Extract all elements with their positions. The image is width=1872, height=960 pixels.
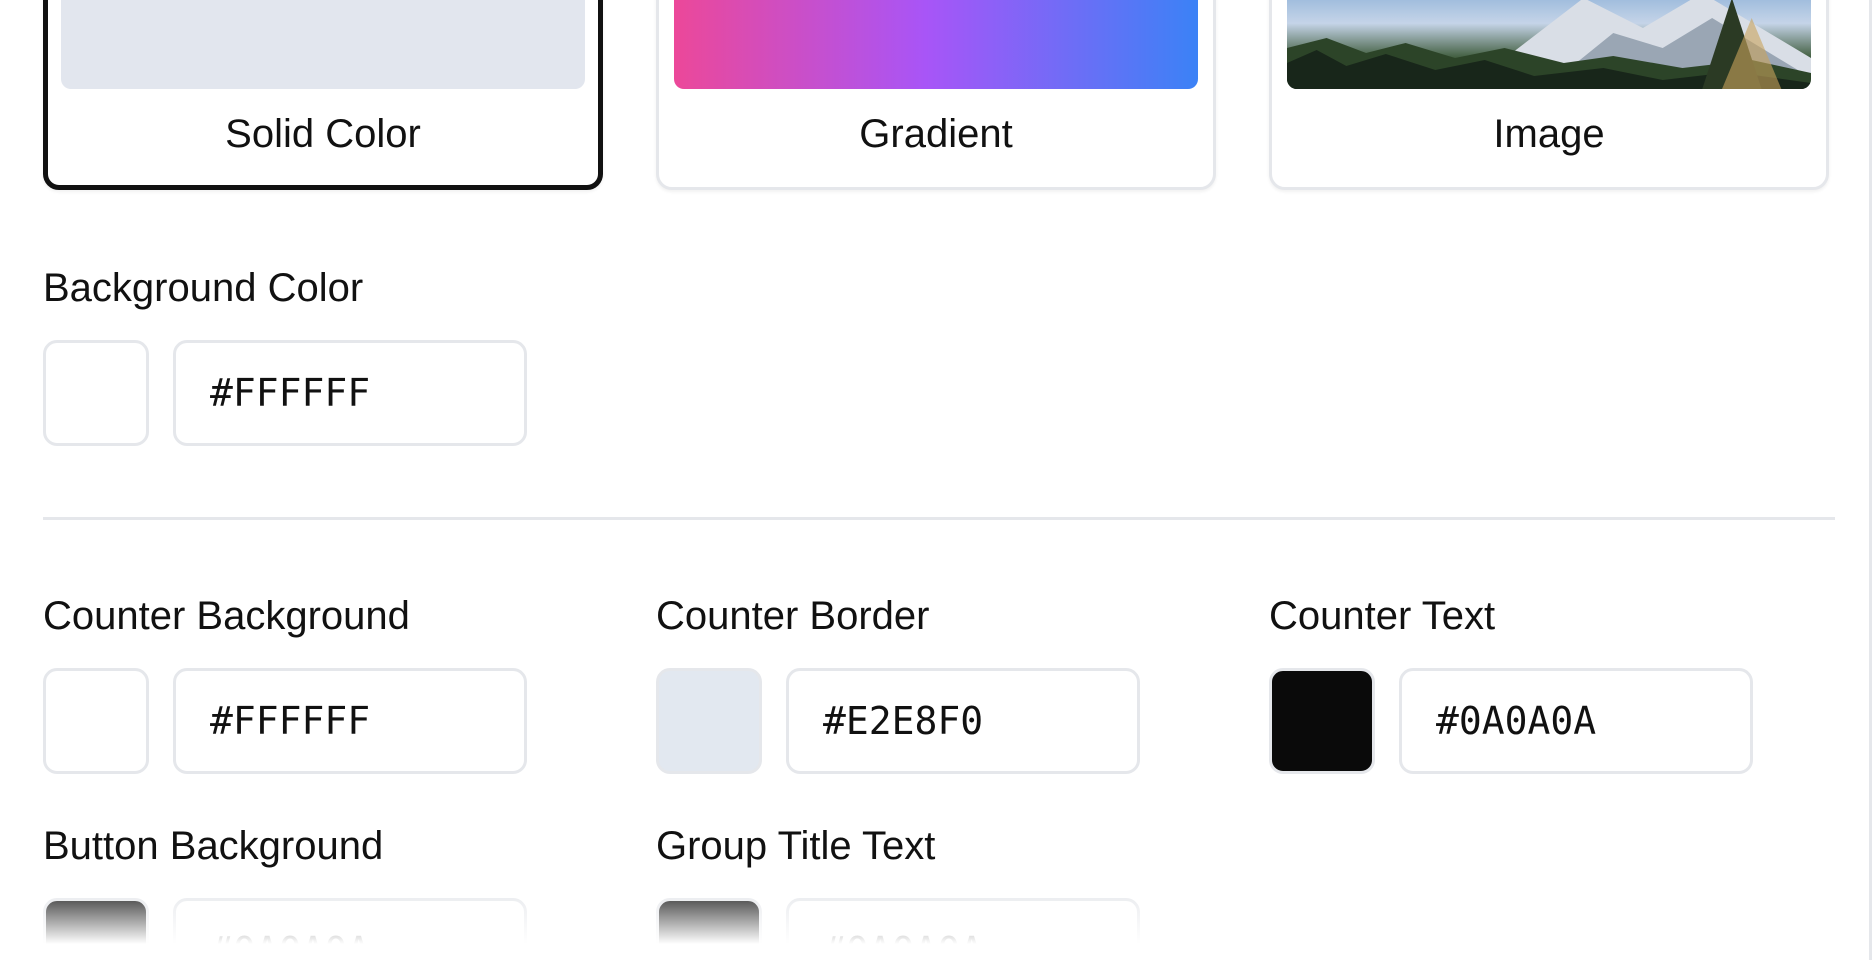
group-title-text-hex-input[interactable]: #0A0A0A [786, 898, 1140, 960]
counter-text-label: Counter Text [1269, 594, 1496, 638]
counter-border-hex-input[interactable]: #E2E8F0 [786, 668, 1140, 774]
background-type-label: Image [1493, 112, 1605, 156]
background-color-label: Background Color [43, 266, 364, 310]
counter-text-swatch[interactable] [1269, 668, 1375, 774]
section-divider [43, 517, 1835, 520]
gradient-preview [674, 0, 1198, 89]
background-type-label: Solid Color [225, 112, 421, 156]
button-background-hex-input[interactable]: #0A0A0A [173, 898, 527, 960]
counter-background-label: Counter Background [43, 594, 410, 638]
mountain-landscape-image [1287, 0, 1811, 89]
background-type-image-card[interactable]: Image [1269, 0, 1829, 190]
counter-background-swatch[interactable] [43, 668, 149, 774]
background-type-label: Gradient [859, 112, 1013, 156]
background-type-solid-color-card[interactable]: Solid Color [43, 0, 603, 190]
theme-settings-panel: Solid Color Gradient Image Background Co… [0, 0, 1872, 960]
group-title-text-label: Group Title Text [656, 824, 936, 868]
counter-border-swatch[interactable] [656, 668, 762, 774]
counter-text-hex-input[interactable]: #0A0A0A [1399, 668, 1753, 774]
background-color-swatch[interactable] [43, 340, 149, 446]
background-color-hex-input[interactable]: #FFFFFF [173, 340, 527, 446]
group-title-text-swatch[interactable] [656, 898, 762, 960]
button-background-label: Button Background [43, 824, 384, 868]
solid-color-preview [61, 0, 585, 89]
counter-border-label: Counter Border [656, 594, 930, 638]
button-background-swatch[interactable] [43, 898, 149, 960]
background-type-gradient-card[interactable]: Gradient [656, 0, 1216, 190]
counter-background-hex-input[interactable]: #FFFFFF [173, 668, 527, 774]
